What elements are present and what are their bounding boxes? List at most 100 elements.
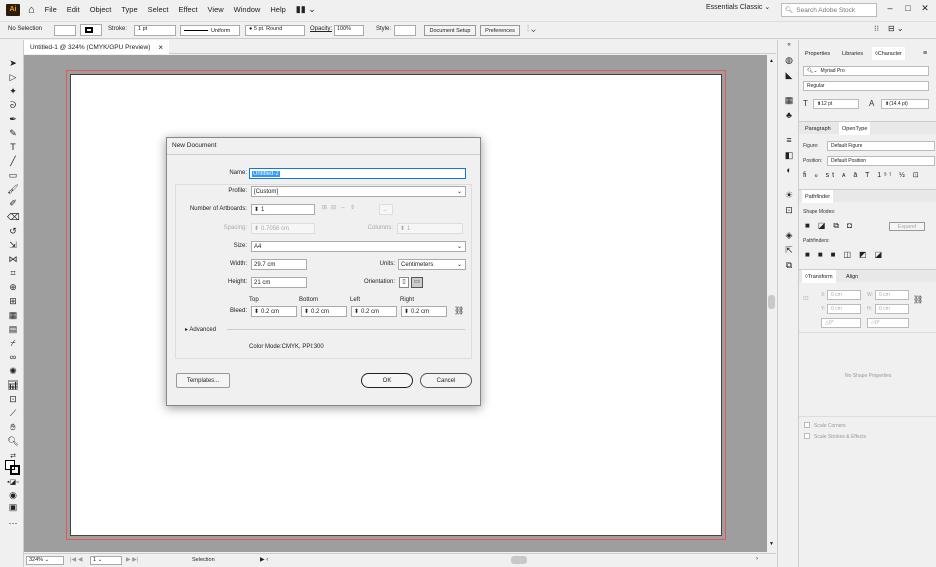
status-menu-icon[interactable]: ▶ ‹ (260, 556, 268, 563)
landscape-icon[interactable]: ▭ (411, 277, 423, 288)
swatches-icon[interactable]: ▦ (783, 95, 795, 106)
slice-tool-icon[interactable]: ⟋ (7, 408, 19, 418)
tab-paragraph[interactable]: Paragraph (802, 122, 834, 135)
font-size-field[interactable]: ⬍ 12 pt (813, 99, 859, 109)
rotate-icon[interactable]: ↺ (7, 226, 19, 236)
maximize-icon[interactable]: □ (899, 1, 917, 15)
tab-opentype[interactable]: OpenType (839, 122, 871, 135)
tab-libraries[interactable]: Libraries (839, 47, 866, 60)
menu-window[interactable]: Window (234, 5, 261, 14)
templates-button[interactable]: Templates... (176, 373, 230, 388)
units-dropdown[interactable]: Centimeters ⌄ (398, 259, 466, 270)
profile-dropdown[interactable]: [Custom] ⌄ (251, 186, 466, 197)
menu-view[interactable]: View (208, 5, 224, 14)
vertical-scrollbar[interactable]: ▲ ▼ (767, 55, 776, 552)
style-dropdown[interactable] (394, 25, 416, 36)
collapse-dock-icon[interactable]: « (783, 42, 795, 48)
scroll-up-icon[interactable]: ▲ (769, 58, 774, 64)
height-input[interactable]: 21 cm (251, 277, 307, 288)
scale-icon[interactable]: ⇲ (7, 240, 19, 250)
first-artboard-icon[interactable]: |◀ ◀ (70, 556, 82, 563)
pathfinder-buttons[interactable]: ■■■◫◩◪ (805, 250, 890, 259)
scroll-down-icon[interactable]: ▼ (769, 541, 774, 547)
stroke-color-icon[interactable] (10, 465, 20, 475)
color-mode-icons[interactable]: ▪◪▫ (7, 478, 19, 488)
shape-mode-buttons[interactable]: ■◪⧉◘ (805, 221, 860, 231)
artboard-tool-icon[interactable]: ⊡ (7, 394, 19, 404)
graph-tool-icon[interactable]: 📊︎ (7, 380, 19, 390)
gradient-icon[interactable]: ▤ (7, 324, 19, 334)
w-field[interactable]: 0 cm (875, 290, 909, 300)
advanced-toggle[interactable]: ▸ Advanced (185, 326, 216, 333)
menu-help[interactable]: Help (270, 5, 285, 14)
search-stock-input[interactable]: 🔍︎ Search Adobe Stock (781, 3, 877, 17)
type-tool-icon[interactable]: T (7, 142, 19, 152)
menu-type[interactable]: Type (121, 5, 137, 14)
artboard-field[interactable]: 1 ⌄ (90, 556, 122, 565)
workspace-switcher[interactable]: Essentials Classic ⌄ (706, 3, 770, 11)
blend-icon[interactable]: ∞ (7, 352, 19, 362)
artboard-layout-icons[interactable]: ⊞⊟⇔⇕ (322, 204, 359, 211)
symbol-sprayer-icon[interactable]: ✺ (7, 366, 19, 376)
arrange-documents-icon[interactable]: ▮▮ ⌄ (296, 4, 316, 15)
vertical-scroll-thumb[interactable] (768, 295, 775, 309)
free-transform-icon[interactable]: ⌗ (7, 268, 19, 278)
rotate-field[interactable]: △ 0° (821, 318, 861, 328)
close-icon[interactable]: ✕ (916, 1, 934, 15)
document-setup-button[interactable]: Document Setup (424, 25, 476, 36)
scale-corners-checkbox[interactable] (804, 422, 810, 428)
selection-tool-icon[interactable]: ➤ (7, 58, 19, 68)
panel-menu-icon[interactable]: ≡ (923, 50, 927, 57)
shaper-icon[interactable]: ✐ (7, 198, 19, 208)
artboard-order-icon[interactable]: → (379, 204, 393, 215)
artboards-icon[interactable]: ⧉ (783, 260, 795, 271)
ok-button[interactable]: OK (361, 373, 413, 388)
fill-swatch[interactable] (54, 25, 76, 36)
x-field[interactable]: 0 cm (827, 290, 861, 300)
spacing-input[interactable]: ⬍ 0.7056 cm (251, 223, 315, 234)
width-tool-icon[interactable]: ⋈ (7, 254, 19, 264)
opacity-label[interactable]: Opacity: (310, 26, 332, 32)
tab-align[interactable]: Align (843, 270, 861, 283)
close-tab-icon[interactable]: × (158, 43, 163, 52)
preferences-button[interactable]: Preferences (480, 25, 520, 36)
gradient-panel-icon[interactable]: ◧ (783, 150, 795, 161)
size-dropdown[interactable]: A4 ⌄ (251, 241, 466, 252)
menu-select[interactable]: Select (148, 5, 169, 14)
bleed-bottom-input[interactable]: ⬍ 0.2 cm (301, 306, 347, 317)
portrait-icon[interactable]: ▯ (399, 277, 409, 288)
appearance-icon[interactable]: ☀ (783, 190, 795, 201)
expand-button[interactable]: Expand (889, 222, 925, 231)
lasso-icon[interactable]: ᘐ (7, 100, 19, 110)
align-options-icon[interactable]: ⫶ ⌄ (527, 24, 536, 34)
zoom-field[interactable]: 324% ⌄ (26, 556, 64, 565)
pen-tool-icon[interactable]: ✒ (7, 114, 19, 124)
rectangle-tool-icon[interactable]: ▭ (7, 170, 19, 180)
color-icon[interactable]: ◣ (783, 70, 795, 81)
stroke-label[interactable]: Stroke: (108, 26, 127, 32)
brush-dropdown[interactable]: ● 5 pt. Round (245, 25, 305, 36)
magic-wand-icon[interactable]: ✦ (7, 86, 19, 96)
reference-point-icon[interactable]: ⁝⁝⁝ (803, 295, 809, 302)
position-dropdown[interactable]: Default Position (827, 156, 935, 166)
eyedropper-icon[interactable]: ⌿ (7, 338, 19, 348)
bleed-top-input[interactable]: ⬍ 0.2 cm (251, 306, 297, 317)
h-field[interactable]: 0 cm (875, 304, 909, 314)
variable-width-dropdown[interactable]: Uniform (180, 25, 240, 36)
tab-transform[interactable]: ◊ Transform (802, 270, 836, 283)
curvature-icon[interactable]: ✎ (7, 128, 19, 138)
leading-field[interactable]: ⬍ (14.4 pt) (881, 99, 929, 109)
scale-strokes-checkbox[interactable] (804, 433, 810, 439)
line-tool-icon[interactable]: ╱ (7, 156, 19, 166)
scroll-right-icon[interactable]: › (756, 556, 758, 562)
tab-properties[interactable]: Properties (802, 47, 833, 60)
y-field[interactable]: 0 cm (827, 304, 861, 314)
shear-field[interactable]: ▱ 0° (867, 318, 909, 328)
opentype-feature-icons[interactable]: ﬁ ℴ st ᴀ ā T 1ˢᵗ ½ ⊡ (803, 171, 922, 179)
figure-dropdown[interactable]: Default Figure (827, 141, 935, 151)
paintbrush-icon[interactable]: 🖌︎ (7, 184, 19, 194)
stroke-swatch[interactable] (80, 24, 102, 36)
eraser-icon[interactable]: ⌫ (7, 212, 20, 222)
mesh-icon[interactable]: ▦ (7, 310, 19, 320)
width-input[interactable]: 29.7 cm (251, 259, 307, 270)
